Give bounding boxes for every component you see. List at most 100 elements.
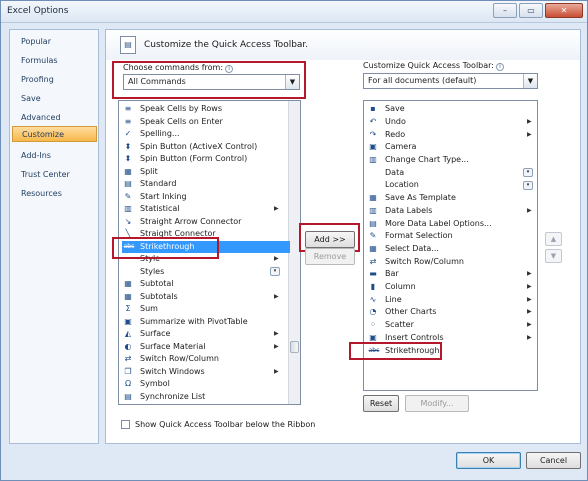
line-chart-icon: ∿ (369, 294, 377, 304)
qat-item[interactable]: ▮ Column ▶ (367, 281, 537, 294)
scatter-icon: ⁘ (369, 320, 377, 330)
qat-item-label: Bar (385, 269, 399, 279)
qat-item-label: Format Selection (385, 231, 453, 241)
nav-item-add-ins[interactable]: Add-Ins (12, 148, 97, 164)
qat-item[interactable]: Location ▾ (367, 179, 537, 192)
command-item[interactable]: ↘ Straight Arrow Connector (122, 216, 292, 229)
title-bar[interactable]: Excel Options – ▭ ✕ (1, 1, 587, 23)
qat-item-label: More Data Label Options... (385, 218, 492, 228)
chart-icon: ▥ (369, 155, 377, 165)
command-item-label: Spin Button (ActiveX Control) (140, 141, 258, 151)
command-item[interactable]: ▣ Summarize with PivotTable (122, 316, 292, 329)
chart-icon: ◭ (124, 329, 132, 339)
qat-item[interactable]: ▥ Change Chart Type... (367, 154, 537, 167)
modify-button[interactable]: Modify... (405, 395, 469, 412)
command-item[interactable]: ▦ Split (122, 166, 292, 179)
qat-item[interactable]: ▦ Select Data... (367, 243, 537, 256)
nav-item-save[interactable]: Save (12, 91, 97, 107)
move-up-button[interactable]: ▲ (545, 232, 562, 246)
qat-item[interactable]: ▥ Data Labels ▶ (367, 205, 537, 218)
blank-icon (122, 267, 134, 277)
blank-icon (367, 180, 379, 190)
command-item[interactable]: ▤ Standard (122, 178, 292, 191)
command-item-label: Switch Row/Column (140, 354, 219, 364)
nav-item-customize[interactable]: Customize (12, 126, 97, 142)
qat-item[interactable]: ▦ Save As Template (367, 192, 537, 205)
nav-item-trust-center[interactable]: Trust Center (12, 167, 97, 183)
nav-item-resources[interactable]: Resources (12, 186, 97, 202)
command-item[interactable]: ≡ Speak Cells by Rows (122, 103, 292, 116)
submenu-arrow-icon: ▶ (527, 130, 532, 138)
show-below-ribbon-label: Show Quick Access Toolbar below the Ribb… (135, 420, 316, 429)
omega-icon: Ω (124, 379, 132, 389)
nav-item-formulas[interactable]: Formulas (12, 53, 97, 69)
qat-item[interactable]: ◔ Other Charts ▶ (367, 306, 537, 319)
subtotal-icon: ▦ (124, 279, 132, 289)
qat-item[interactable]: ↷ Redo ▶ (367, 128, 537, 141)
remove-button[interactable]: Remove (305, 248, 355, 265)
qat-item[interactable]: ↶ Undo ▶ (367, 116, 537, 129)
minimize-button[interactable]: – (493, 3, 517, 18)
info-icon: i (496, 63, 504, 71)
command-item[interactable]: ▤ Synchronize List (122, 391, 292, 404)
command-item[interactable]: Ω Symbol (122, 378, 292, 391)
command-item[interactable]: ▦ Subtotal (122, 278, 292, 291)
qat-item[interactable]: ∿ Line ▶ (367, 294, 537, 307)
command-item[interactable]: ⬍ Spin Button (ActiveX Control) (122, 141, 292, 154)
qat-item-label: Other Charts (385, 307, 437, 317)
command-item[interactable]: ◐ Surface Material ▶ (122, 341, 292, 354)
reset-button[interactable]: Reset (363, 395, 399, 412)
command-item[interactable]: ◭ Surface ▶ (122, 328, 292, 341)
blank-icon (367, 168, 379, 178)
customize-qat-value: For all documents (default) (368, 76, 477, 85)
close-button[interactable]: ✕ (545, 3, 583, 18)
command-item-label: Subtotals (140, 291, 178, 301)
submenu-arrow-icon: ▶ (274, 205, 279, 213)
move-down-button[interactable]: ▼ (545, 249, 562, 263)
ok-button[interactable]: OK (456, 452, 521, 469)
spin-icon: ⬍ (124, 141, 132, 151)
command-item[interactable]: ▥ Statistical ▶ (122, 203, 292, 216)
qat-item[interactable]: ▪ Save (367, 103, 537, 116)
show-below-ribbon-checkbox[interactable] (121, 420, 130, 429)
command-item[interactable]: ▦ Subtotals ▶ (122, 291, 292, 304)
nav-item-proofing[interactable]: Proofing (12, 72, 97, 88)
dropdown-icon: ▾ (523, 168, 533, 178)
window-icon: ❐ (124, 366, 132, 376)
qat-item[interactable]: ▣ Camera (367, 141, 537, 154)
qat-item[interactable]: Data ▾ (367, 167, 537, 180)
command-item[interactable]: ✓ Spelling... (122, 128, 292, 141)
command-item[interactable]: ✎ Start Inking (122, 191, 292, 204)
submenu-arrow-icon: ▶ (527, 206, 532, 214)
command-item[interactable]: ⬍ Spin Button (Form Control) (122, 153, 292, 166)
qat-item[interactable]: ✎ Format Selection (367, 230, 537, 243)
format-icon: ✎ (369, 231, 377, 241)
qat-item-label: Save As Template (385, 193, 456, 203)
command-item-label: Speak Cells on Enter (140, 116, 223, 126)
qat-item[interactable]: ▤ More Data Label Options... (367, 217, 537, 230)
chevron-down-icon[interactable]: ▼ (523, 74, 537, 88)
qat-item[interactable]: ⇄ Switch Row/Column (367, 255, 537, 268)
command-item[interactable]: ❐ Switch Windows ▶ (122, 366, 292, 379)
command-item-label: Synchronize List (140, 391, 206, 401)
command-item-label: Surface (140, 329, 171, 339)
qat-item[interactable]: ⁘ Scatter ▶ (367, 319, 537, 332)
nav-item-advanced[interactable]: Advanced (12, 110, 97, 126)
customize-qat-text: Customize Quick Access Toolbar: (363, 61, 494, 70)
command-item-label: Surface Material (140, 341, 206, 351)
command-item-label: Summarize with PivotTable (140, 316, 248, 326)
nav-item-popular[interactable]: Popular (12, 34, 97, 50)
command-item[interactable]: ⇄ Switch Row/Column (122, 353, 292, 366)
command-item-label: Sum (140, 304, 158, 314)
customize-qat-combo[interactable]: For all documents (default) ▼ (363, 73, 538, 89)
maximize-button[interactable]: ▭ (519, 3, 543, 18)
command-item[interactable]: Styles ▾ (122, 266, 292, 279)
panel-header: ▤ Customize the Quick Access Toolbar. (106, 30, 580, 60)
command-item[interactable]: Σ Sum (122, 303, 292, 316)
highlight-box-strikethrough (112, 237, 219, 259)
cancel-button[interactable]: Cancel (526, 452, 581, 469)
qat-item[interactable]: ▬ Bar ▶ (367, 268, 537, 281)
submenu-arrow-icon: ▶ (527, 295, 532, 303)
pen-icon: ✎ (124, 191, 132, 201)
command-item[interactable]: ≡ Speak Cells on Enter (122, 116, 292, 129)
